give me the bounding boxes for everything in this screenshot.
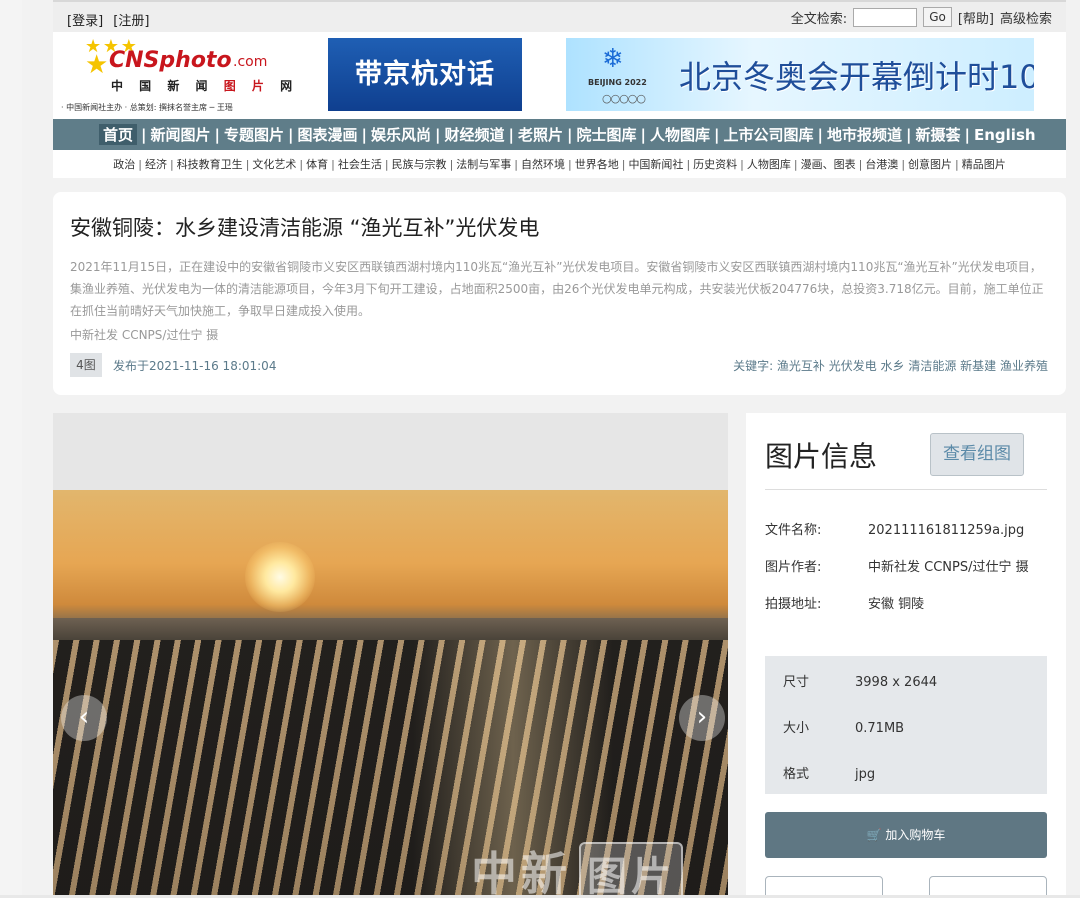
logo-brand: CNSphoto [109,48,232,73]
search-input[interactable] [853,7,918,27]
subnav-item[interactable]: 台港澳 [865,156,898,172]
subnav-item[interactable]: 精品图片 [962,156,1006,172]
search-area: 全文检索: Go [帮助] 高级检索 [791,7,1052,27]
olympic-text: BEIJING 2022 [588,78,647,87]
cart-icon: 🛒 [866,828,882,842]
account-links: [登录] [注册] [67,10,155,29]
image-info-panel: 图片信息 查看组图 文件名称: 202111161811259a.jpg 图片作者… [746,413,1066,898]
subnav-item[interactable]: 漫画、图表 [801,156,856,172]
filesize-row: 大小 0.71MB [783,721,905,736]
subnav-item[interactable]: 经济 [145,156,167,172]
format-row: 格式 jpg [783,767,876,782]
divider [765,489,1047,490]
location-row: 拍摄地址: 安徽 铜陵 [765,597,925,612]
page-left-margin [0,0,22,898]
nav-item[interactable]: 新摄荟 [916,124,961,145]
search-label: 全文检索: [790,11,848,27]
banner-dialogue[interactable]: 带京杭对话 [328,38,522,111]
olympic-emblem-icon: ❄ BEIJING 2022 ○○○○○ [588,44,648,106]
photo-watermark: 中新 图片 [471,838,683,898]
nav-item[interactable]: 人物图库 [650,124,710,145]
article-byline: 中新社发 CCNPS/过仕宁 摄 [70,328,219,342]
subnav-item[interactable]: 创意图片 [908,156,952,172]
main-photo[interactable]: ‹ › 中新 图片 [53,490,728,898]
nav-item[interactable]: 上市公司图库 [724,124,814,145]
nav-item[interactable]: 首页 [99,124,138,145]
subnav-item[interactable]: 文化艺术 [252,156,296,172]
site-logo[interactable]: ★ ★ ★ ★ CNSphoto .com 中 国 新 闻 图 片 网 · 中国… [53,32,299,119]
subnav-item[interactable]: 人物图库 [747,156,791,172]
keywords[interactable]: 关键字: 渔光互补 光伏发电 水乡 清洁能源 新基建 渔业养殖 [733,357,1048,374]
sub-nav: 政治 | 经济 | 科技教育卫生 | 文化艺术 | 体育 | 社会生活 | 民族与宗教 | 法… [53,150,1066,178]
article-card: 安徽铜陵：水乡建设清洁能源 “渔光互补”光伏发电 2021年11月15日，正在建… [53,192,1066,395]
photo-skyline [53,618,728,640]
add-to-cart-button[interactable]: 🛒 加入购物车 [765,812,1047,858]
nav-item[interactable]: 地市报频道 [827,124,902,145]
subnav-item[interactable]: 中国新闻社 [628,156,683,172]
article-description: 2021年11月15日，正在建设中的安徽省铜陵市义安区西联镇西湖村境内110兆瓦… [70,260,1044,318]
location-value: 安徽 铜陵 [868,597,925,612]
banner-winter-olympics[interactable]: ❄ BEIJING 2022 ○○○○○ 北京冬奥会开幕倒计时10 [566,38,1034,111]
info-heading: 图片信息 [765,440,878,473]
nav-item[interactable]: 娱乐风尚 [371,124,431,145]
snowflake-icon: ❄ [602,44,624,74]
main-nav: 首页 | 新闻图片 | 专题图片 | 图表漫画 | 娱乐风尚 | 财经频道 | … [53,119,1066,150]
author-value: 中新社发 CCNPS/过仕宁 摄 [868,560,1029,575]
logo-star-icon: ★ [85,50,109,80]
subnav-item[interactable]: 体育 [306,156,328,172]
subnav-item[interactable]: 政治 [113,156,135,172]
image-viewer: ‹ › 中新 图片 [53,413,728,898]
publish-time: 发布于2021-11-16 18:01:04 [113,359,277,373]
logo-domain: .com [233,54,268,70]
login-link[interactable]: [登录] [67,14,103,29]
nav-item[interactable]: 财经频道 [445,124,505,145]
search-go-button[interactable]: Go [923,7,952,27]
article-title: 安徽铜陵：水乡建设清洁能源 “渔光互补”光伏发电 [70,216,540,240]
dimension-row: 尺寸 3998 x 2644 [783,675,938,690]
subnav-item[interactable]: 科技教育卫生 [177,156,243,172]
nav-item[interactable]: English [974,126,1036,144]
nav-item[interactable]: 图表漫画 [298,124,358,145]
site-header: ★ ★ ★ ★ CNSphoto .com 中 国 新 闻 图 片 网 · 中国… [53,32,1066,119]
view-group-button[interactable]: 查看组图 [930,433,1024,476]
author-row: 图片作者: 中新社发 CCNPS/过仕宁 摄 [765,560,1029,575]
nav-item[interactable]: 院士图库 [577,124,637,145]
top-bar: [登录] [注册] 全文检索: Go [帮助] 高级检索 [53,0,1066,32]
advanced-search-link[interactable]: 高级检索 [1000,8,1052,27]
logo-chinese-name: 中 国 新 闻 图 片 网 [111,79,299,93]
prev-arrow-icon[interactable]: ‹ [61,695,107,741]
logo-tagline: · 中国新闻社主办 · 总策划: 撰抹名誉主席 ─ 王瑶 [61,103,233,112]
banner-countdown-text: 北京冬奥会开幕倒计时10 [679,58,1034,96]
photo-sun [245,542,315,612]
subnav-item[interactable]: 民族与宗教 [392,156,447,172]
subnav-item[interactable]: 自然环境 [521,156,565,172]
nav-item[interactable]: 专题图片 [224,124,284,145]
subnav-item[interactable]: 社会生活 [338,156,382,172]
file-name-value: 202111161811259a.jpg [868,523,1025,538]
subnav-item[interactable]: 法制与军事 [456,156,511,172]
specs-box: 尺寸 3998 x 2644 大小 0.71MB 格式 jpg [765,656,1047,794]
nav-item[interactable]: 老照片 [518,124,563,145]
photo-count-badge: 4图 [70,353,102,377]
nav-item[interactable]: 新闻图片 [151,124,211,145]
subnav-item[interactable]: 世界各地 [575,156,619,172]
register-link[interactable]: [注册] [113,14,149,29]
next-arrow-icon[interactable]: › [679,695,725,741]
subnav-item[interactable]: 历史资料 [693,156,737,172]
olympic-rings-icon: ○○○○○ [602,92,646,105]
help-link[interactable]: [帮助] [958,8,994,27]
file-name-row: 文件名称: 202111161811259a.jpg [765,523,1025,538]
